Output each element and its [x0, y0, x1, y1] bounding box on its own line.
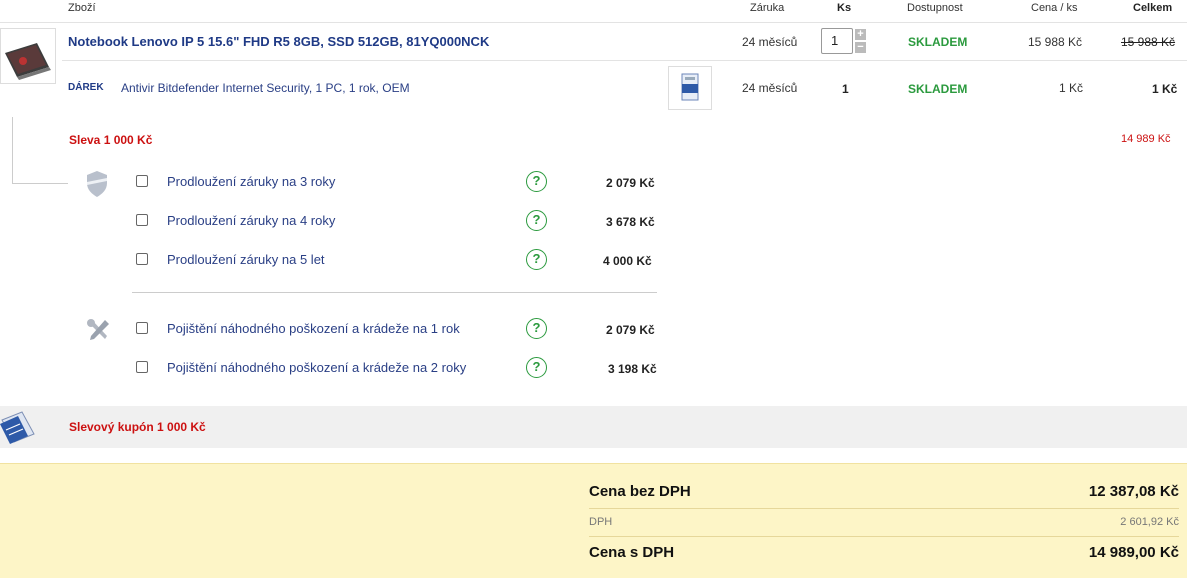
header-divider [0, 22, 1187, 23]
gift-title[interactable]: Antivir Bitdefender Internet Security, 1… [121, 81, 410, 95]
coupon-icon [0, 410, 36, 449]
summary-divider-2 [589, 536, 1179, 537]
summary-divider-1 [589, 508, 1179, 509]
discount-total: 14 989 Kč [1121, 133, 1171, 145]
gift-availability: SKLADEM [908, 82, 968, 96]
header-product: Zboží [68, 2, 96, 14]
help-icon[interactable]: ? [526, 357, 547, 378]
header-total: Celkem [1133, 2, 1173, 14]
product-total-original: 15 988 Kč [1121, 35, 1176, 49]
header-qty: Ks [837, 2, 852, 14]
product-title[interactable]: Notebook Lenovo IP 5 15.6" FHD R5 8GB, S… [68, 34, 489, 49]
coupon-label: Slevový kupón 1 000 Kč [69, 420, 206, 434]
insurance-2y-label[interactable]: Pojištění náhodného poškození a krádeže … [167, 360, 466, 375]
help-icon[interactable]: ? [526, 249, 547, 270]
insurance-2y-price: 3 198 Kč [608, 362, 657, 376]
insurance-1y-price: 2 079 Kč [606, 323, 655, 337]
qty-decrease-button[interactable]: − [855, 42, 866, 53]
product-unit-price: 15 988 Kč [1028, 35, 1083, 49]
price-with-vat-value: 14 989,00 Kč [1088, 544, 1179, 561]
price-no-vat-label: Cena bez DPH [589, 483, 691, 500]
header-unit-price: Cena / ks [1031, 2, 1078, 14]
summary-box: Cena bez DPH 12 387,08 Kč DPH 2 601,92 K… [0, 463, 1187, 578]
help-icon[interactable]: ? [526, 210, 547, 231]
price-with-vat-label: Cena s DPH [589, 544, 675, 561]
gift-total: 1 Kč [1152, 82, 1178, 96]
tools-icon [85, 318, 111, 347]
gift-warranty: 24 měsíců [742, 81, 798, 95]
laptop-icon [5, 43, 51, 80]
warranty-3y-price: 2 079 Kč [606, 176, 655, 190]
options-divider [132, 292, 657, 293]
vat-label: DPH [589, 516, 613, 528]
tree-line-horizontal [12, 183, 68, 184]
help-icon[interactable]: ? [526, 171, 547, 192]
gift-badge: DÁREK [68, 82, 104, 93]
discount-label: Sleva 1 000 Kč [69, 133, 153, 147]
qty-increase-button[interactable]: + [855, 29, 866, 40]
product-thumbnail[interactable] [0, 28, 56, 84]
gift-unit-price: 1 Kč [1059, 81, 1084, 95]
warranty-5y-label[interactable]: Prodloužení záruky na 5 let [167, 252, 325, 267]
antivirus-box-icon [681, 73, 699, 101]
insurance-1y-label[interactable]: Pojištění náhodného poškození a krádeže … [167, 321, 460, 336]
warranty-5y-checkbox[interactable] [136, 253, 148, 265]
product-warranty: 24 měsíců [742, 35, 798, 49]
price-no-vat-value: 12 387,08 Kč [1088, 483, 1179, 500]
tree-line-vertical [12, 117, 13, 183]
warranty-3y-checkbox[interactable] [136, 175, 148, 187]
help-icon[interactable]: ? [526, 318, 547, 339]
gift-qty: 1 [842, 82, 849, 96]
header-availability: Dostupnost [907, 2, 963, 14]
header-warranty: Záruka [750, 2, 785, 14]
coupon-row: Slevový kupón 1 000 Kč [0, 406, 1187, 448]
product-availability: SKLADEM [908, 35, 968, 49]
insurance-1y-checkbox[interactable] [136, 322, 148, 334]
insurance-2y-checkbox[interactable] [136, 361, 148, 373]
shield-icon [85, 170, 109, 203]
gift-thumbnail[interactable] [668, 66, 712, 110]
warranty-3y-label[interactable]: Prodloužení záruky na 3 roky [167, 174, 335, 189]
quantity-input[interactable]: 1 [821, 28, 853, 54]
warranty-5y-price: 4 000 Kč [603, 254, 652, 268]
product-divider [62, 60, 1187, 61]
vat-value: 2 601,92 Kč [1120, 516, 1179, 528]
warranty-4y-label[interactable]: Prodloužení záruky na 4 roky [167, 213, 335, 228]
warranty-4y-checkbox[interactable] [136, 214, 148, 226]
warranty-4y-price: 3 678 Kč [606, 215, 655, 229]
